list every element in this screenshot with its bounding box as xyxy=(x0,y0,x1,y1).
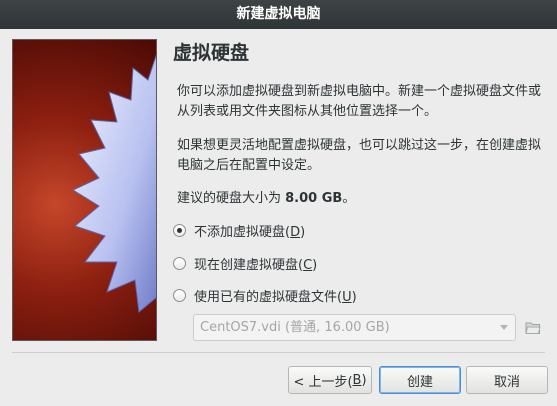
back-button[interactable]: < 上一步(B) xyxy=(288,366,372,394)
disk-select-value: CentOS7.vdi (普通, 16.00 GB) xyxy=(200,320,390,335)
recommended-size-prefix: 建议的硬盘大小为 xyxy=(177,191,286,206)
radio-no-disk[interactable]: 不添加虚拟硬盘(D) xyxy=(173,220,305,240)
radio-label: 不添加虚拟硬盘(D) xyxy=(194,224,306,240)
radio-indicator[interactable] xyxy=(173,288,186,302)
folder-open-icon xyxy=(525,322,541,334)
recommended-size-text: 建议的硬盘大小为 8.00 GB。 xyxy=(177,189,542,209)
radio-indicator-checked[interactable] xyxy=(173,223,186,237)
description-paragraph: 你可以添加虚拟硬盘到新虚拟电脑中。新建一个虚拟硬盘文件或从列表或用文件夹图标从其… xyxy=(177,84,542,119)
radio-label: 现在创建虚拟硬盘(C) xyxy=(194,257,318,273)
page-title: 虚拟硬盘 xyxy=(173,42,250,64)
new-vm-wizard-window: 新建虚拟电脑 虚拟硬盘 你可以添加虚拟硬盘到新虚拟电脑中。新建一个虚拟硬盘文件或… xyxy=(0,0,557,406)
button-separator xyxy=(12,352,545,353)
create-button[interactable]: 创建 xyxy=(379,366,461,394)
recommended-size-value: 8.00 GB xyxy=(285,191,343,206)
wizard-side-image xyxy=(12,39,157,341)
choose-disk-file-button[interactable] xyxy=(521,314,545,341)
recommended-size-suffix: 。 xyxy=(342,191,356,206)
existing-disk-select[interactable]: CentOS7.vdi (普通, 16.00 GB) xyxy=(193,314,516,341)
radio-existing-disk[interactable]: 使用已有的虚拟硬盘文件(U) xyxy=(173,285,357,305)
radio-label: 使用已有的虚拟硬盘文件(U) xyxy=(194,289,357,305)
starburst-shape xyxy=(71,54,156,313)
cancel-button[interactable]: 取消 xyxy=(466,366,548,394)
chevron-down-icon xyxy=(500,325,508,330)
window-title: 新建虚拟电脑 xyxy=(0,0,557,29)
radio-indicator[interactable] xyxy=(173,256,186,270)
skip-hint-paragraph: 如果想更灵活地配置虚拟硬盘，也可以跳过这一步，在创建虚拟电脑之后在配置中设定。 xyxy=(177,138,542,173)
radio-create-disk[interactable]: 现在创建虚拟硬盘(C) xyxy=(173,253,317,273)
